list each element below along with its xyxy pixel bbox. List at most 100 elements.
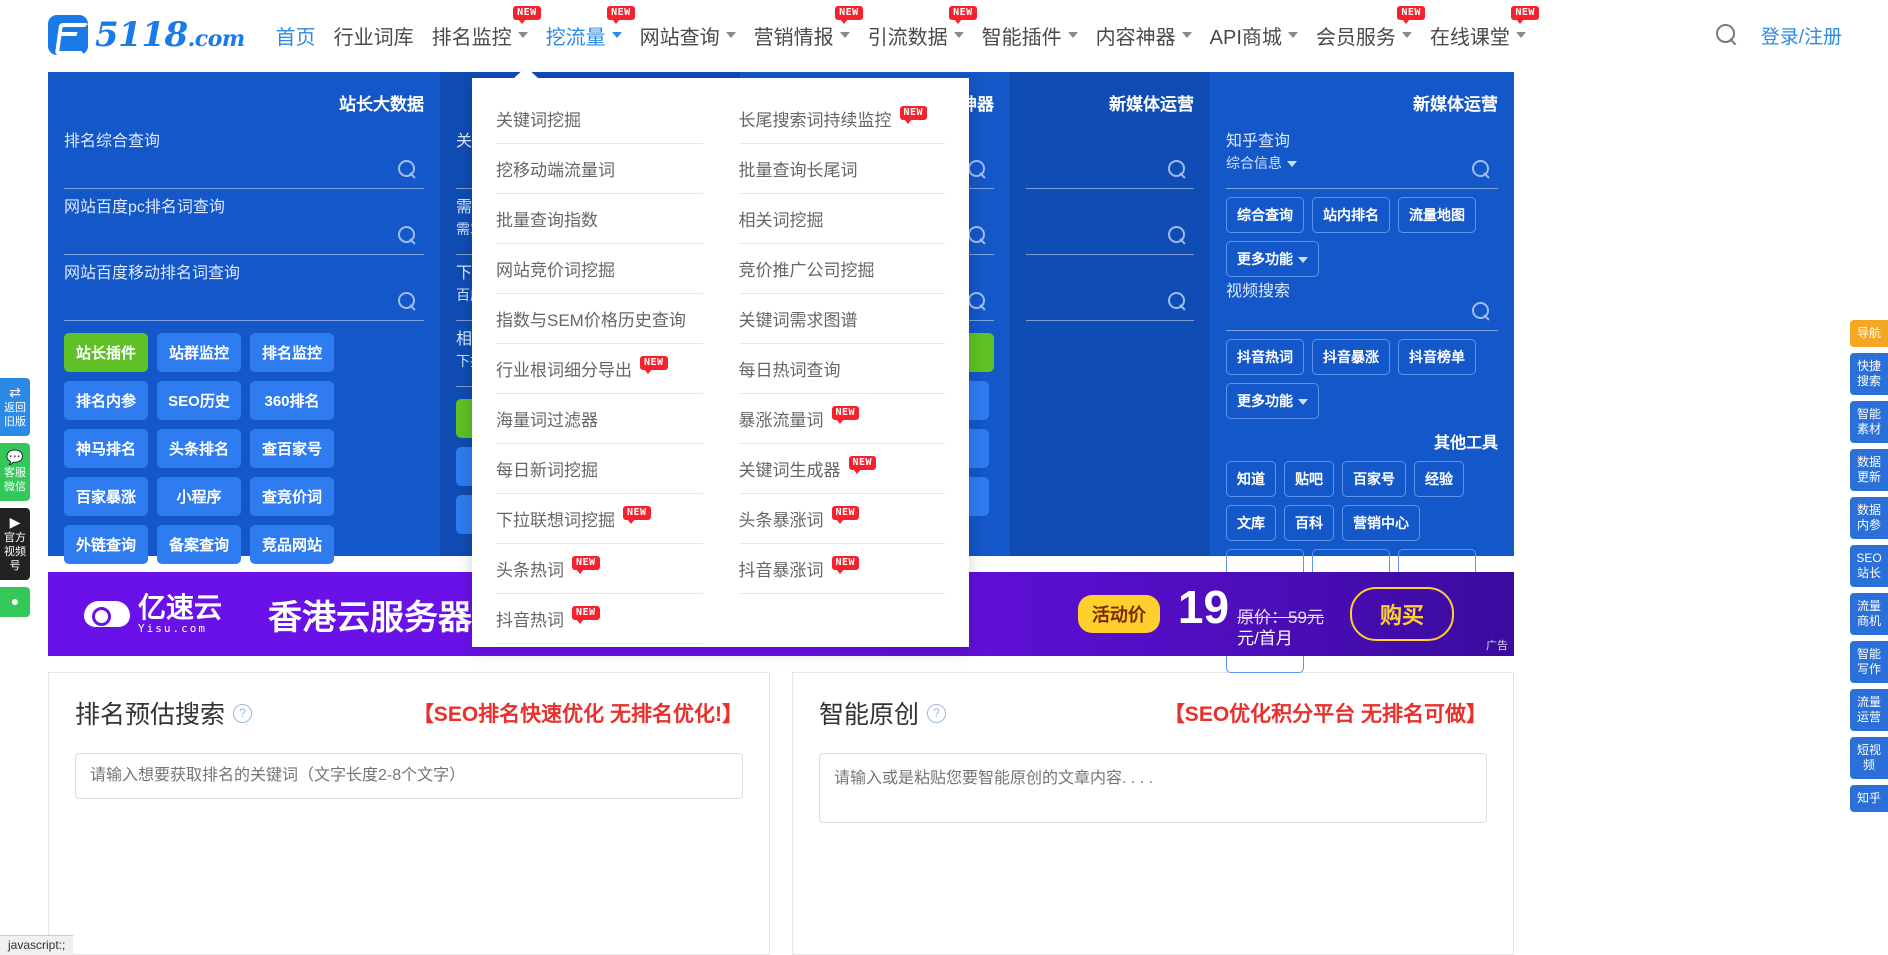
search-icon[interactable] bbox=[398, 160, 418, 180]
panel-chip[interactable]: 查百家号 bbox=[250, 429, 334, 468]
panel-field[interactable]: 网站百度pc排名词查询 bbox=[64, 193, 424, 255]
nav-item-0[interactable]: 首页 bbox=[267, 0, 325, 70]
zhihu-query-field[interactable]: 知乎查询 综合信息 bbox=[1226, 127, 1498, 189]
nav-item-10[interactable]: 会员服务 NEW bbox=[1307, 0, 1425, 70]
left-rail-button-3[interactable]: ● bbox=[0, 587, 30, 617]
panel-action-button[interactable]: 更多功能 bbox=[1226, 241, 1319, 277]
search-icon[interactable] bbox=[398, 292, 418, 312]
panel-action-button[interactable]: 文库 bbox=[1226, 505, 1276, 541]
right-rail-button-6[interactable]: 流量商机 bbox=[1850, 593, 1888, 635]
ad-buy-button[interactable]: 购买 bbox=[1349, 587, 1454, 641]
panel-action-button[interactable]: 抖音热词 bbox=[1226, 339, 1304, 375]
dropdown-item[interactable]: 挖移动端流量词 bbox=[496, 144, 703, 194]
panel-chip[interactable]: 排名监控 bbox=[250, 333, 334, 372]
dropdown-item[interactable]: 关键词需求图谱 bbox=[738, 294, 945, 344]
site-logo[interactable]: 5118.com bbox=[48, 15, 245, 55]
nav-item-2[interactable]: 排名监控 NEW bbox=[423, 0, 541, 70]
panel-action-button[interactable]: 知道 bbox=[1226, 461, 1276, 497]
left-rail-button-2[interactable]: ▶ 官方视频号 bbox=[0, 508, 30, 580]
right-rail-button-10[interactable]: 知乎 bbox=[1850, 785, 1888, 812]
right-rail-button-4[interactable]: 数据内参 bbox=[1850, 497, 1888, 539]
panel-action-button[interactable]: 综合查询 bbox=[1226, 197, 1304, 233]
panel-action-button[interactable]: 流量地图 bbox=[1398, 197, 1476, 233]
dropdown-item[interactable]: 头条热词 NEW bbox=[496, 544, 703, 594]
dropdown-item[interactable]: 批量查询指数 bbox=[496, 194, 703, 244]
search-icon[interactable] bbox=[1168, 160, 1188, 180]
nav-item-4[interactable]: 网站查询 bbox=[631, 0, 745, 70]
search-icon[interactable] bbox=[968, 226, 988, 246]
video-search-field[interactable]: 视频搜索 bbox=[1226, 277, 1498, 331]
nav-item-8[interactable]: 内容神器 bbox=[1087, 0, 1201, 70]
panel-action-button[interactable]: 抖音榜单 bbox=[1398, 339, 1476, 375]
help-icon[interactable]: ? bbox=[927, 703, 947, 723]
search-icon[interactable] bbox=[1168, 226, 1188, 246]
right-rail-button-1[interactable]: 快捷搜索 bbox=[1850, 353, 1888, 395]
panel-action-button[interactable]: 抖音暴涨 bbox=[1312, 339, 1390, 375]
right-rail-button-2[interactable]: 智能素材 bbox=[1850, 401, 1888, 443]
panel-chip[interactable]: 神马排名 bbox=[64, 429, 148, 468]
search-icon[interactable] bbox=[1472, 160, 1492, 180]
seo-points-promo-link[interactable]: 【SEO优化积分平台 无排名可做】 bbox=[1164, 698, 1487, 728]
dropdown-item[interactable]: 网站竞价词挖掘 bbox=[496, 244, 703, 294]
search-icon[interactable] bbox=[1715, 23, 1739, 47]
dropdown-item[interactable]: 相关词挖掘 bbox=[738, 194, 945, 244]
left-rail-button-1[interactable]: 💬 客服微信 bbox=[0, 443, 30, 501]
panel-chip[interactable]: 查竞价词 bbox=[250, 477, 334, 516]
dropdown-item[interactable]: 下拉联想词挖掘 NEW bbox=[496, 494, 703, 544]
search-icon[interactable] bbox=[968, 292, 988, 312]
dropdown-item[interactable]: 暴涨流量词 NEW bbox=[738, 394, 945, 444]
panel-action-button[interactable]: 营销中心 bbox=[1342, 505, 1420, 541]
panel-chip[interactable]: 站群监控 bbox=[157, 333, 241, 372]
panel-chip[interactable]: 备案查询 bbox=[157, 525, 241, 564]
dropdown-item[interactable]: 抖音热词 NEW bbox=[496, 594, 703, 644]
help-icon[interactable]: ? bbox=[233, 703, 253, 723]
panel-chip[interactable]: 头条排名 bbox=[157, 429, 241, 468]
search-icon[interactable] bbox=[1472, 302, 1492, 322]
right-rail-button-0[interactable]: 导航 bbox=[1850, 320, 1888, 347]
dropdown-item[interactable]: 头条暴涨词 NEW bbox=[738, 494, 945, 544]
nav-item-3[interactable]: 挖流量 NEW bbox=[537, 0, 635, 70]
right-rail-button-8[interactable]: 流量运营 bbox=[1850, 689, 1888, 731]
nav-item-11[interactable]: 在线课堂 NEW bbox=[1421, 0, 1539, 70]
panel-field[interactable] bbox=[1026, 193, 1194, 255]
dropdown-item[interactable]: 每日热词查询 bbox=[738, 344, 945, 394]
right-rail-button-7[interactable]: 智能写作 bbox=[1850, 641, 1888, 683]
panel-field[interactable]: 网站百度移动排名词查询 bbox=[64, 259, 424, 321]
panel-action-button[interactable]: 百家号 bbox=[1342, 461, 1406, 497]
panel-chip[interactable]: 外链查询 bbox=[64, 525, 148, 564]
panel-field[interactable] bbox=[1026, 259, 1194, 321]
panel-chip[interactable]: 百家暴涨 bbox=[64, 477, 148, 516]
panel-action-button[interactable]: 经验 bbox=[1414, 461, 1464, 497]
right-rail-button-5[interactable]: SEO站长 bbox=[1850, 545, 1888, 587]
rank-keyword-input[interactable] bbox=[75, 753, 743, 799]
panel-action-button[interactable]: 贴吧 bbox=[1284, 461, 1334, 497]
right-rail-button-9[interactable]: 短视频 bbox=[1850, 737, 1888, 779]
login-register-link[interactable]: 登录/注册 bbox=[1761, 22, 1842, 49]
dropdown-item[interactable]: 海量词过滤器 bbox=[496, 394, 703, 444]
nav-item-9[interactable]: API商城 bbox=[1201, 0, 1307, 70]
nav-item-6[interactable]: 引流数据 NEW bbox=[859, 0, 977, 70]
panel-action-button[interactable]: 更多功能 bbox=[1226, 383, 1319, 419]
dropdown-item[interactable]: 每日新词挖掘 bbox=[496, 444, 703, 494]
search-icon[interactable] bbox=[1168, 292, 1188, 312]
panel-action-button[interactable]: 百科 bbox=[1284, 505, 1334, 541]
search-icon[interactable] bbox=[398, 226, 418, 246]
dropdown-item[interactable]: 关键词生成器 NEW bbox=[738, 444, 945, 494]
panel-action-button[interactable]: 站内排名 bbox=[1312, 197, 1390, 233]
dropdown-item[interactable]: 指数与SEM价格历史查询 bbox=[496, 294, 703, 344]
dropdown-item[interactable]: 长尾搜索词持续监控 NEW bbox=[738, 94, 945, 144]
article-content-textarea[interactable] bbox=[819, 753, 1487, 823]
panel-chip[interactable]: 排名内参 bbox=[64, 381, 148, 420]
left-rail-button-0[interactable]: ⇄ 返回旧版 bbox=[0, 378, 30, 436]
nav-item-5[interactable]: 营销情报 NEW bbox=[745, 0, 863, 70]
panel-field[interactable] bbox=[1026, 127, 1194, 189]
nav-item-1[interactable]: 行业词库 bbox=[325, 0, 423, 70]
panel-chip[interactable]: 小程序 bbox=[157, 477, 241, 516]
seo-promo-link[interactable]: 【SEO排名快速优化 无排名优化!】 bbox=[413, 698, 743, 728]
panel-chip[interactable]: SEO历史 bbox=[157, 381, 241, 420]
dropdown-item[interactable]: 批量查询长尾词 bbox=[738, 144, 945, 194]
search-icon[interactable] bbox=[968, 160, 988, 180]
dropdown-item[interactable]: 行业根词细分导出 NEW bbox=[496, 344, 703, 394]
dropdown-item[interactable]: 关键词挖掘 bbox=[496, 94, 703, 144]
dropdown-item[interactable]: 抖音暴涨词 NEW bbox=[738, 544, 945, 594]
